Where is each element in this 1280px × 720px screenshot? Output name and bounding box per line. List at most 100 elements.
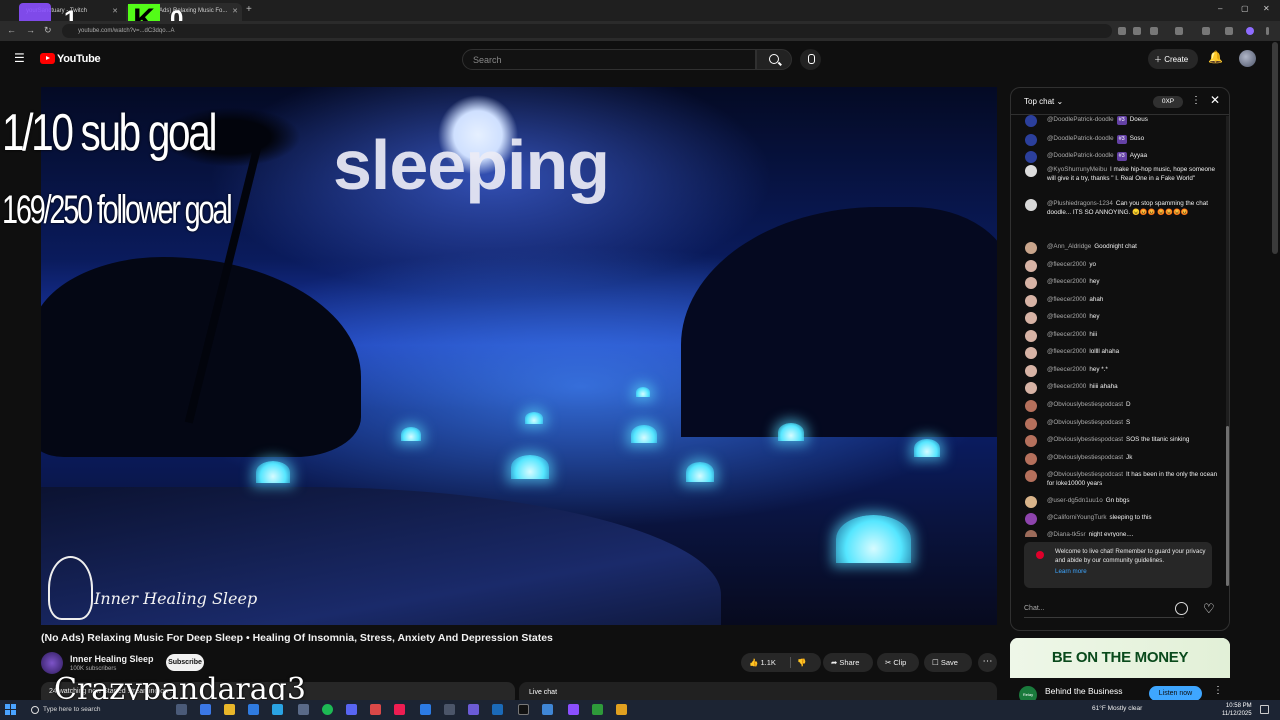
chat-message-list[interactable]: @DoodlePatrick-doodle #3 Doeus @DoodlePatri… xyxy=(1011,115,1225,537)
chat-author-name[interactable]: @KyoShurrunyMeibu xyxy=(1047,166,1107,173)
chat-author-name[interactable]: @DoodlePatrick-doodle xyxy=(1047,135,1114,142)
chat-author-name[interactable]: @fleecer2000 xyxy=(1047,313,1086,320)
chat-author-name[interactable]: @Obviouslybestiespodcast xyxy=(1047,471,1123,478)
chat-author-name[interactable]: @Obviouslybestiespodcast xyxy=(1047,419,1123,426)
chat-author-avatar[interactable] xyxy=(1025,496,1037,508)
close-tab-icon[interactable]: ✕ xyxy=(112,7,118,15)
taskbar-search[interactable]: Type here to search xyxy=(25,703,135,717)
edge-icon[interactable] xyxy=(200,704,211,715)
kick-app-icon[interactable] xyxy=(518,704,529,715)
chat-author-avatar[interactable] xyxy=(1025,470,1037,482)
chat-author-avatar[interactable] xyxy=(1025,382,1037,394)
xp-badge[interactable]: 0XP xyxy=(1153,96,1183,108)
dislike-button[interactable]: 👎 xyxy=(797,653,806,672)
account-avatar[interactable] xyxy=(1239,50,1256,67)
chat-author-avatar[interactable] xyxy=(1025,330,1037,342)
chat-author-avatar[interactable] xyxy=(1025,453,1037,465)
chat-author-avatar[interactable] xyxy=(1025,115,1037,127)
subscribe-button[interactable]: Subscribe xyxy=(166,654,204,671)
chat-author-name[interactable]: @Obviouslybestiespodcast xyxy=(1047,401,1123,408)
chat-author-name[interactable]: @DoodlePatrick-doodle xyxy=(1047,116,1114,123)
reload-icon[interactable]: ↻ xyxy=(44,25,52,36)
ad-more-icon[interactable]: ⋮ xyxy=(1213,685,1223,696)
obs-icon[interactable] xyxy=(370,704,381,715)
app-icon[interactable] xyxy=(616,704,627,715)
url-field[interactable]: youtube.com/watch?v=...dC3dqo...A xyxy=(62,24,1112,38)
app-icon[interactable] xyxy=(420,704,431,715)
zoom-icon[interactable] xyxy=(1133,27,1141,35)
voice-search-button[interactable] xyxy=(800,49,821,70)
chat-author-name[interactable]: @fleecer2000 xyxy=(1047,348,1086,355)
create-button[interactable]: ＋ Create xyxy=(1148,49,1198,69)
listen-now-button[interactable]: Listen now xyxy=(1149,686,1202,701)
twitch-app-icon[interactable] xyxy=(568,704,579,715)
chat-author-avatar[interactable] xyxy=(1025,277,1037,289)
ad-title[interactable]: Behind the Business xyxy=(1045,686,1123,696)
download-icon[interactable] xyxy=(1225,27,1233,35)
app-icon[interactable] xyxy=(444,704,455,715)
close-window-button[interactable]: ✕ xyxy=(1263,4,1270,13)
chat-author-name[interactable]: @Plushiedragons-1234 xyxy=(1047,200,1113,207)
minimize-button[interactable]: – xyxy=(1218,4,1222,13)
bookmark-icon[interactable] xyxy=(1150,27,1158,35)
taskbar-clock[interactable]: 10:58 PM 11/12/2025 xyxy=(1222,702,1252,718)
discord-icon[interactable] xyxy=(346,704,357,715)
chat-author-avatar[interactable] xyxy=(1025,295,1037,307)
search-input[interactable]: Search xyxy=(462,49,756,70)
back-icon[interactable]: ← xyxy=(7,25,16,35)
chat-author-avatar[interactable] xyxy=(1025,365,1037,377)
like-button[interactable]: 👍 1.1K xyxy=(749,658,776,667)
notification-center-icon[interactable] xyxy=(1260,705,1269,714)
chat-input[interactable]: Chat... xyxy=(1024,600,1184,618)
maximize-button[interactable]: ▢ xyxy=(1241,4,1249,13)
app-icon[interactable] xyxy=(272,704,283,715)
new-tab-button[interactable]: + xyxy=(246,4,252,15)
chat-author-name[interactable]: @fleecer2000 xyxy=(1047,383,1086,390)
channel-avatar[interactable] xyxy=(41,652,63,674)
more-actions-button[interactable]: ⋯ xyxy=(978,653,997,672)
chat-author-avatar[interactable] xyxy=(1025,435,1037,447)
chat-scrollbar[interactable] xyxy=(1226,116,1229,586)
chat-author-avatar[interactable] xyxy=(1025,513,1037,525)
windows-start-icon[interactable] xyxy=(5,704,17,716)
forward-icon[interactable]: → xyxy=(26,25,35,35)
hamburger-menu-icon[interactable]: ☰ xyxy=(14,51,25,65)
ad-banner[interactable]: BE ON THE MONEY xyxy=(1010,638,1230,678)
spotify-icon[interactable] xyxy=(322,704,333,715)
profile-icon[interactable] xyxy=(1246,27,1254,35)
chat-scroll-thumb[interactable] xyxy=(1226,426,1229,586)
chat-author-avatar[interactable] xyxy=(1025,151,1037,163)
notifications-bell-icon[interactable]: 🔔 xyxy=(1208,50,1223,64)
xbox-icon[interactable] xyxy=(592,704,603,715)
chat-author-avatar[interactable] xyxy=(1025,242,1037,254)
store-icon[interactable] xyxy=(248,704,259,715)
task-view-icon[interactable] xyxy=(176,704,187,715)
close-tab-icon[interactable]: ✕ xyxy=(232,7,238,15)
extensions-icon[interactable] xyxy=(1175,27,1183,35)
weather-widget[interactable]: 61°F Mostly clear xyxy=(1092,705,1142,712)
youtube-logo-text[interactable]: YouTube xyxy=(57,53,101,65)
chat-author-name[interactable]: @fleecer2000 xyxy=(1047,261,1086,268)
chat-author-avatar[interactable] xyxy=(1025,312,1037,324)
chat-author-avatar[interactable] xyxy=(1025,530,1037,537)
chat-author-name[interactable]: @fleecer2000 xyxy=(1047,296,1086,303)
chat-author-name[interactable]: @Obviouslybestiespodcast xyxy=(1047,436,1123,443)
page-scrollbar[interactable] xyxy=(1272,42,1278,254)
chrome-icon[interactable] xyxy=(298,704,309,715)
chat-author-avatar[interactable] xyxy=(1025,347,1037,359)
clip-button[interactable]: ✂ Clip xyxy=(877,653,919,672)
chat-author-avatar[interactable] xyxy=(1025,165,1037,177)
cast-icon[interactable] xyxy=(1118,27,1126,35)
file-explorer-icon[interactable] xyxy=(224,704,235,715)
sidebar-icon[interactable] xyxy=(1202,27,1210,35)
chat-author-name[interactable]: @fleecer2000 xyxy=(1047,366,1086,373)
close-chat-icon[interactable]: ✕ xyxy=(1210,93,1220,107)
save-button[interactable]: ☐ Save xyxy=(924,653,972,672)
chat-author-avatar[interactable] xyxy=(1025,199,1037,211)
chat-author-avatar[interactable] xyxy=(1025,418,1037,430)
chat-author-name[interactable]: @CaliforniYoungTurk xyxy=(1047,514,1106,521)
chat-author-name[interactable]: @DoodlePatrick-doodle xyxy=(1047,152,1114,159)
browser-menu-icon[interactable] xyxy=(1266,27,1269,35)
chat-author-name[interactable]: @fleecer2000 xyxy=(1047,278,1086,285)
top-chat-dropdown[interactable]: Top chat ⌄ xyxy=(1024,97,1063,106)
